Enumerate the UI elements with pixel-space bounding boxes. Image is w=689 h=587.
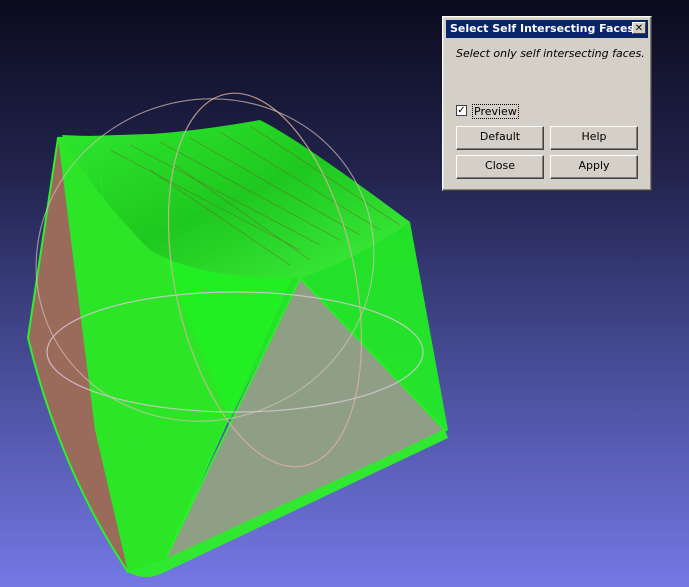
preview-label[interactable]: Preview: [472, 104, 519, 119]
help-button[interactable]: Help: [550, 126, 638, 150]
dialog-description: Select only self intersecting faces.: [456, 47, 645, 60]
close-icon[interactable]: ✕: [632, 22, 646, 34]
dialog-titlebar[interactable]: Select Self Intersecting Faces ✕: [446, 20, 648, 38]
default-button[interactable]: Default: [456, 126, 544, 150]
select-self-intersecting-faces-dialog: Select Self Intersecting Faces ✕ Select …: [442, 16, 652, 191]
dialog-title: Select Self Intersecting Faces: [450, 22, 634, 35]
close-button[interactable]: Close: [456, 155, 544, 179]
preview-checkbox[interactable]: ✓: [456, 105, 467, 116]
apply-button[interactable]: Apply: [550, 155, 638, 179]
